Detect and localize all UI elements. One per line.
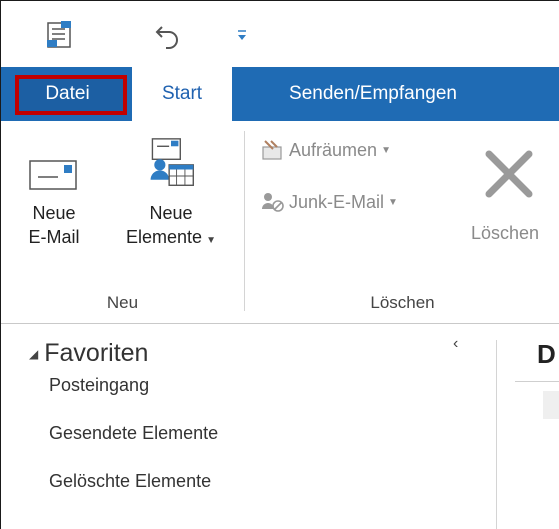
new-email-label-line1: Neue bbox=[32, 203, 76, 223]
cleanup-button[interactable]: Aufräumen ▼ bbox=[261, 139, 391, 161]
send-receive-all-folders-button[interactable] bbox=[43, 19, 77, 51]
group-label-delete: Löschen bbox=[370, 293, 435, 312]
undo-button[interactable] bbox=[151, 19, 185, 51]
new-email-label-line2: E-Mail bbox=[28, 227, 80, 247]
collapse-triangle-icon: ◢ bbox=[29, 346, 39, 361]
new-items-icon bbox=[150, 138, 194, 186]
message-list-pane: D bbox=[497, 325, 559, 529]
tab-file[interactable]: Datei bbox=[7, 67, 128, 121]
new-items-button[interactable]: Neue Elemente ▼ bbox=[105, 135, 237, 253]
send-receive-icon bbox=[47, 21, 71, 48]
quick-access-toolbar bbox=[1, 1, 559, 67]
customize-toolbar-button[interactable] bbox=[233, 19, 251, 51]
new-items-label-line2: Elemente ▼ bbox=[126, 225, 216, 253]
ribbon-tabs: Datei Start Senden/Empfangen bbox=[1, 67, 559, 121]
new-email-icon bbox=[29, 160, 77, 190]
tab-send-receive-label: Senden/Empfangen bbox=[289, 83, 457, 104]
folder-item-deleted[interactable]: Gelöschte Elemente bbox=[49, 471, 211, 492]
folder-pane: ◢ Favoriten ‹ Posteingang Gesendete Elem… bbox=[1, 325, 497, 529]
chevron-down-icon: ▼ bbox=[388, 196, 398, 208]
divider bbox=[515, 381, 559, 382]
new-email-button[interactable]: Neue E-Mail bbox=[1, 135, 107, 249]
chevron-down-icon bbox=[238, 30, 246, 40]
cleanup-label: Aufräumen bbox=[289, 139, 378, 160]
group-label-new: Neu bbox=[106, 293, 139, 312]
tab-start[interactable]: Start bbox=[132, 67, 232, 121]
delete-label: Löschen bbox=[471, 223, 540, 243]
tab-start-label: Start bbox=[161, 83, 203, 104]
collapse-pane-chevron-icon[interactable]: ‹ bbox=[453, 335, 458, 353]
undo-icon bbox=[155, 26, 178, 49]
delete-button[interactable]: Löschen bbox=[471, 135, 559, 244]
favorites-label: Favoriten bbox=[44, 339, 149, 367]
new-items-label-line1: Neue bbox=[149, 203, 193, 223]
favorites-header[interactable]: ◢ Favoriten bbox=[29, 339, 148, 368]
message-list-title: D bbox=[537, 339, 556, 369]
folder-item-inbox[interactable]: Posteingang bbox=[49, 375, 149, 396]
new-items-label-text: Elemente bbox=[126, 227, 203, 247]
tab-send-receive[interactable]: Senden/Empfangen bbox=[233, 67, 513, 121]
cleanup-icon bbox=[262, 140, 282, 160]
ribbon: Neue E-Mail Neue Elemente ▼ Aufräumen ▼ … bbox=[1, 121, 559, 324]
group-separator bbox=[244, 131, 245, 311]
delete-x-icon bbox=[485, 150, 533, 198]
chevron-down-icon: ▼ bbox=[381, 144, 391, 156]
search-box-fragment[interactable] bbox=[543, 391, 559, 419]
folder-item-sent[interactable]: Gesendete Elemente bbox=[49, 423, 218, 444]
tab-file-label: Datei bbox=[45, 83, 90, 104]
junk-email-label: Junk-E-Mail bbox=[289, 191, 385, 212]
chevron-down-icon: ▼ bbox=[206, 235, 216, 246]
junk-email-icon bbox=[262, 193, 284, 212]
junk-email-button[interactable]: Junk-E-Mail ▼ bbox=[261, 191, 398, 213]
